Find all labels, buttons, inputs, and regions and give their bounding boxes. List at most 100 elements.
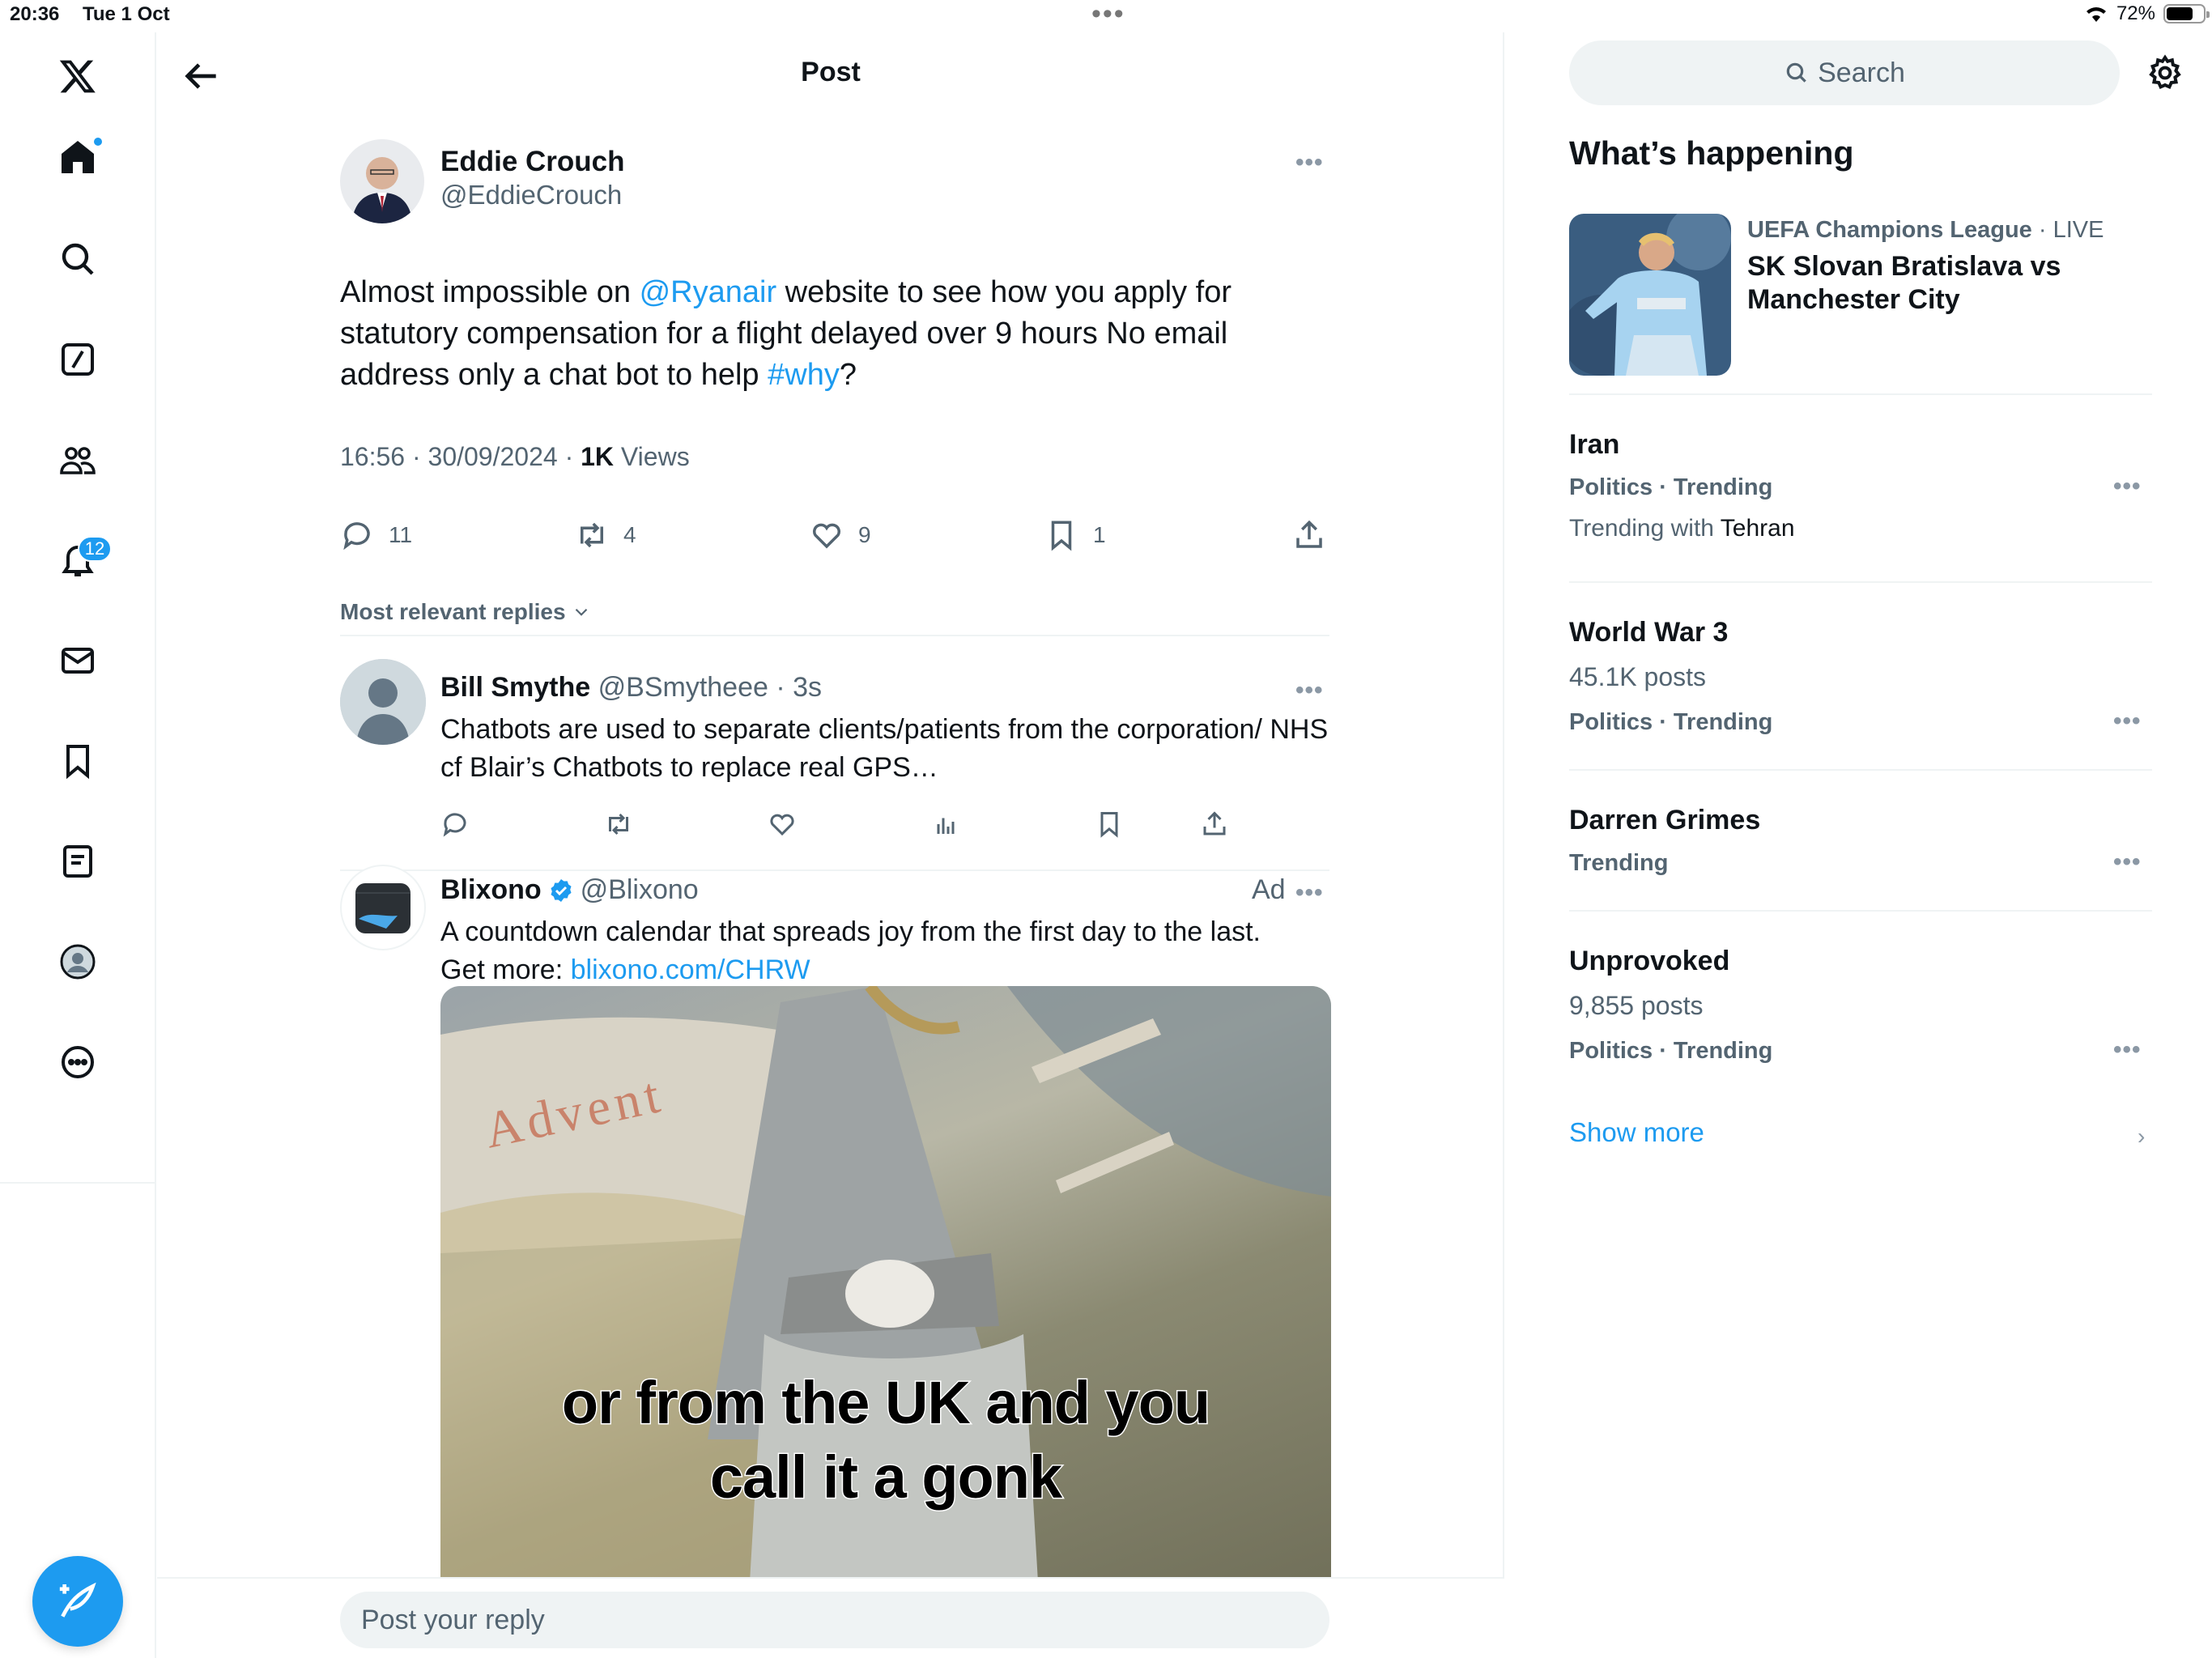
settings-gear-icon[interactable] — [2146, 53, 2184, 92]
communities-icon[interactable] — [53, 436, 102, 484]
ad-more-icon[interactable]: ••• — [1295, 879, 1324, 907]
search-placeholder: Search — [1818, 57, 1905, 88]
featured-trend-context: UEFA Champions League · LIVE — [1747, 217, 2104, 244]
reply-share-icon[interactable] — [1200, 810, 1229, 839]
trend-context: Politics · Trending — [1569, 1038, 1772, 1065]
trend-context-label: Politics · Trending — [1569, 1038, 1773, 1064]
multitasking-dots[interactable]: ••• — [1091, 0, 1125, 30]
notifications-bell-icon[interactable]: 12 — [53, 536, 112, 585]
tweet-text-part: ? — [839, 358, 857, 392]
author-avatar[interactable] — [340, 139, 424, 223]
tweet-more-icon[interactable]: ••• — [1295, 149, 1324, 176]
trend-related-value[interactable]: Tehran — [1721, 515, 1795, 542]
battery-percent: 72% — [2116, 2, 2155, 24]
featured-trend-league: UEFA Champions League — [1747, 217, 2032, 243]
ad-avatar[interactable] — [340, 865, 426, 950]
share-button[interactable] — [1292, 518, 1326, 552]
reply-author-handle[interactable]: @BSmytheee — [598, 672, 768, 703]
ad-link[interactable]: blixono.com/CHRW — [571, 954, 810, 985]
trend-post-count: 45.1K posts — [1569, 662, 1706, 691]
battery-icon — [2163, 4, 2210, 23]
trend-divider — [1569, 769, 2152, 771]
trend-context: Politics · Trending — [1569, 709, 1772, 736]
trend-more-icon[interactable]: ••• — [2113, 848, 2142, 876]
replies-sort-label: Most relevant replies — [340, 599, 566, 624]
main-column: Post Eddie Crouch @EddieCrouch ••• Almos… — [157, 32, 1504, 1658]
share-upload-icon — [1296, 520, 1322, 548]
reply-reply-icon[interactable] — [440, 810, 470, 839]
ad-text-body: A countdown calendar that spreads joy fr… — [440, 916, 1261, 947]
reply-author-name[interactable]: Bill Smythe — [440, 672, 590, 703]
blixono-logo-icon — [355, 883, 410, 933]
trend-divider — [1569, 581, 2152, 583]
bookmarks-icon[interactable] — [53, 737, 102, 785]
replies-sort-dropdown[interactable]: Most relevant replies — [340, 599, 592, 625]
search-input[interactable]: Search — [1569, 40, 2120, 105]
trend-title[interactable]: Darren Grimes — [1569, 805, 1760, 836]
reply-button[interactable]: 11 — [340, 518, 412, 552]
trend-context-label: Trending — [1569, 850, 1669, 876]
home-icon[interactable] — [53, 133, 104, 181]
like-button[interactable]: 9 — [810, 518, 871, 552]
lists-icon[interactable] — [53, 837, 102, 886]
grok-icon[interactable] — [53, 335, 102, 384]
featured-trend-thumbnail[interactable] — [1569, 214, 1731, 376]
trend-more-icon[interactable]: ••• — [2113, 1036, 2142, 1064]
ad-video-media[interactable]: Advent or from the UK and you call it a … — [440, 986, 1331, 1609]
reply-like-icon[interactable] — [768, 810, 797, 839]
reply-repost-icon[interactable] — [604, 810, 633, 839]
profile-avatar-icon[interactable] — [53, 937, 102, 986]
notifications-count-badge: 12 — [78, 536, 112, 562]
featured-trend-title-line-2[interactable]: Manchester City — [1747, 284, 1960, 316]
compose-post-button[interactable] — [32, 1556, 123, 1647]
tweet-meta: 16:56 · 30/09/2024 · 1K Views — [340, 442, 690, 472]
x-logo-icon[interactable] — [53, 52, 102, 100]
ad-author-handle[interactable]: @Blixono — [581, 874, 699, 906]
explore-search-icon[interactable] — [53, 235, 102, 283]
trend-related: Trending with Tehran — [1569, 515, 1795, 542]
trend-title[interactable]: World War 3 — [1569, 617, 1728, 648]
reply-avatar[interactable] — [340, 659, 426, 745]
bookmark-count: 1 — [1093, 522, 1106, 547]
messages-mail-icon[interactable] — [53, 636, 102, 685]
author-name[interactable]: Eddie Crouch — [440, 146, 625, 178]
bookmark-button[interactable]: 1 — [1044, 518, 1106, 552]
trend-title[interactable]: Unprovoked — [1569, 946, 1729, 977]
search-icon — [1786, 62, 1806, 83]
trend-context-label: Politics · Trending — [1569, 474, 1773, 500]
ad-label: Ad — [1252, 874, 1286, 905]
battery-level — [2167, 7, 2193, 20]
author-handle[interactable]: @EddieCrouch — [440, 180, 622, 210]
show-more-link[interactable]: Show more — [1569, 1117, 1704, 1148]
trend-title[interactable]: Iran — [1569, 429, 1619, 461]
trend-more-icon[interactable]: ••• — [2113, 708, 2142, 735]
featured-trend-title-line-1[interactable]: SK Slovan Bratislava vs — [1747, 251, 2061, 283]
reply-time: · 3s — [768, 672, 823, 703]
featured-trend-live: · LIVE — [2031, 217, 2104, 243]
left-navigation: 12 — [0, 32, 156, 1658]
more-options-icon[interactable] — [53, 1038, 102, 1086]
reply-composer-bar — [157, 1577, 1504, 1658]
reply-input[interactable] — [340, 1592, 1329, 1648]
ad-get-more: Get more: — [440, 954, 571, 985]
reply-views-icon[interactable] — [931, 810, 960, 839]
repost-icon — [581, 522, 603, 548]
like-count: 9 — [858, 522, 871, 547]
reply-count: 11 — [389, 522, 413, 547]
reply-more-icon[interactable]: ••• — [1295, 677, 1324, 704]
right-sidebar: Search What’s happening UEFA Champions L… — [1506, 32, 2212, 1658]
reply-text: Chatbots are used to separate clients/pa… — [440, 714, 1329, 783]
reply-actions — [440, 810, 1331, 845]
tweet-text-part: Almost impossible on — [340, 275, 640, 309]
trend-more-icon[interactable]: ••• — [2113, 473, 2142, 500]
hashtag-link[interactable]: #why — [768, 358, 840, 392]
tweet-timestamp[interactable]: 16:56 · 30/09/2024 · — [340, 442, 581, 471]
reply-bubble-icon — [343, 522, 370, 551]
mention-link[interactable]: @Ryanair — [640, 275, 777, 309]
divider — [340, 635, 1329, 636]
status-bar: 20:36 Tue 1 Oct ••• 72% — [0, 0, 2212, 32]
repost-button[interactable]: 4 — [575, 518, 636, 552]
reply-bookmark-icon[interactable] — [1095, 810, 1124, 839]
views-label: Views — [614, 442, 690, 471]
ad-author-name[interactable]: Blixono — [440, 874, 542, 906]
